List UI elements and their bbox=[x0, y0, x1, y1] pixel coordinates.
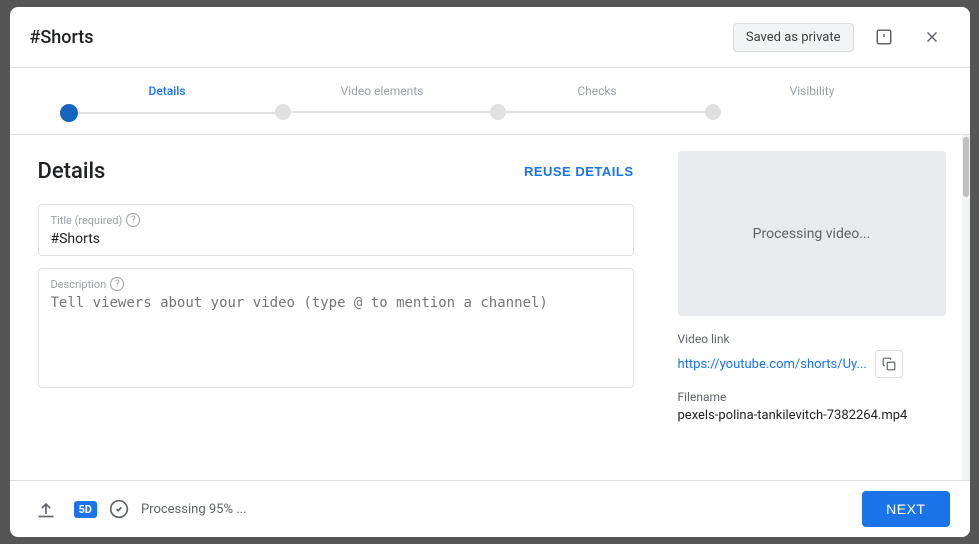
modal-header: #Shorts Saved as private bbox=[10, 7, 970, 68]
check-icon bbox=[109, 499, 129, 519]
step-visibility-dot bbox=[705, 104, 721, 120]
saved-badge: Saved as private bbox=[733, 23, 854, 52]
processing-status: Processing 95% ... bbox=[141, 502, 247, 517]
modal-footer: 5D Processing 95% ... NEXT bbox=[10, 480, 970, 537]
description-input[interactable] bbox=[51, 295, 621, 327]
step-visibility-label: Visibility bbox=[790, 84, 835, 98]
filename-label: Filename bbox=[678, 390, 946, 404]
video-link-label: Video link bbox=[678, 332, 946, 346]
connector-3 bbox=[506, 111, 705, 113]
processing-text: Processing video... bbox=[753, 226, 871, 242]
step-details-dot bbox=[60, 104, 78, 122]
connector-2 bbox=[291, 111, 490, 113]
filename-section: Filename pexels-polina-tankilevitch-7382… bbox=[678, 390, 946, 423]
step-checks-label: Checks bbox=[577, 84, 616, 98]
video-preview: Processing video... bbox=[678, 151, 946, 316]
step-visibility: Visibility bbox=[705, 84, 920, 120]
video-link-section: Video link https://youtube.com/shorts/Uy… bbox=[678, 332, 946, 378]
copy-link-button[interactable] bbox=[875, 350, 903, 378]
footer-left: 5D Processing 95% ... bbox=[30, 493, 247, 525]
next-button[interactable]: NEXT bbox=[862, 491, 949, 527]
right-panel: Processing video... Video link https://y… bbox=[662, 135, 962, 480]
step-details-label: Details bbox=[148, 84, 185, 98]
scrollbar[interactable] bbox=[962, 135, 970, 480]
description-field-label: Description ? bbox=[51, 277, 621, 291]
stepper: Details Video elements Checks bbox=[10, 68, 970, 135]
title-field-value[interactable]: #Shorts bbox=[51, 231, 621, 247]
title-field-label: Title (required) ? bbox=[51, 213, 621, 227]
upload-modal: #Shorts Saved as private Det bbox=[10, 7, 970, 537]
scrollbar-thumb bbox=[963, 137, 969, 197]
step-video-elements: Video elements bbox=[275, 84, 490, 120]
video-link-row: https://youtube.com/shorts/Uy... bbox=[678, 350, 946, 378]
description-field-group: Description ? bbox=[38, 268, 634, 388]
step-checks: Checks bbox=[490, 84, 705, 120]
step-video-elements-dot bbox=[275, 104, 291, 120]
alert-button[interactable] bbox=[866, 19, 902, 55]
description-help-icon[interactable]: ? bbox=[110, 277, 124, 291]
sd-badge[interactable]: 5D bbox=[74, 501, 97, 518]
video-link[interactable]: https://youtube.com/shorts/Uy... bbox=[678, 357, 867, 372]
step-video-elements-label: Video elements bbox=[341, 84, 424, 98]
reuse-details-button[interactable]: REUSE DETAILS bbox=[524, 164, 634, 179]
section-title: Details bbox=[38, 159, 106, 184]
filename-value: pexels-polina-tankilevitch-7382264.mp4 bbox=[678, 408, 946, 423]
step-details: Details bbox=[60, 84, 275, 122]
header-actions: Saved as private bbox=[733, 19, 950, 55]
connector-1 bbox=[78, 112, 275, 114]
title-field-group: Title (required) ? #Shorts bbox=[38, 204, 634, 256]
upload-icon[interactable] bbox=[30, 493, 62, 525]
title-help-icon[interactable]: ? bbox=[126, 213, 140, 227]
section-title-row: Details REUSE DETAILS bbox=[38, 159, 634, 184]
modal-title: #Shorts bbox=[30, 27, 94, 48]
main-content: Details REUSE DETAILS Title (required) ?… bbox=[10, 135, 662, 480]
step-checks-dot bbox=[490, 104, 506, 120]
modal-body: Details REUSE DETAILS Title (required) ?… bbox=[10, 135, 970, 480]
close-button[interactable] bbox=[914, 19, 950, 55]
